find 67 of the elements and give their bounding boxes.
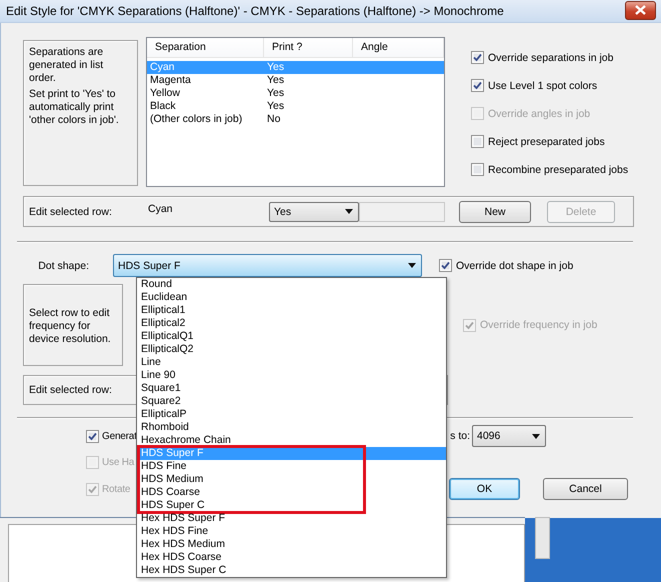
push-button[interactable]: New: [459, 200, 531, 222]
dropdown-option[interactable]: Line 90: [137, 369, 446, 382]
dropdown-option[interactable]: Elliptical2: [137, 317, 446, 330]
checkbox-label: Override frequency in job: [480, 319, 598, 331]
dropdown-option[interactable]: Euclidean: [137, 291, 446, 304]
dropdown-option[interactable]: Elliptical1: [137, 304, 446, 317]
checkbox[interactable]: [471, 163, 484, 176]
dropdown-option[interactable]: HDS Medium: [137, 473, 446, 486]
dropdown-option[interactable]: Hex HDS Coarse: [137, 551, 446, 564]
dropdown-menu[interactable]: [136, 277, 447, 578]
dropdown-option[interactable]: Hex HDS Fine: [137, 525, 446, 538]
dropdown-option[interactable]: Square2: [137, 395, 446, 408]
column-header[interactable]: Separation: [147, 38, 264, 57]
checkbox-label: Override angles in job: [488, 108, 590, 120]
dropdown[interactable]: Yes: [269, 202, 359, 222]
field-label: s to:: [450, 430, 470, 442]
dropdown-option[interactable]: Line: [137, 356, 446, 369]
column-header[interactable]: Print ?: [264, 38, 353, 57]
dropdown[interactable]: 4096: [472, 425, 546, 447]
row-value: Cyan: [148, 202, 174, 215]
close-button[interactable]: [625, 0, 656, 20]
dropdown-option[interactable]: EllipticalQ1: [137, 330, 446, 343]
checkbox-label: Override separations in job: [488, 52, 614, 64]
text-field[interactable]: [359, 202, 445, 222]
checkbox[interactable]: [471, 79, 484, 92]
checkbox-label: Use Level 1 spot colors: [488, 80, 598, 92]
caret-icon: [532, 434, 540, 438]
column-header[interactable]: Angle: [353, 38, 444, 57]
dropdown-option[interactable]: Hex HDS Super C: [137, 564, 446, 577]
list-row[interactable]: (Other colors in job) No: [147, 113, 444, 126]
dropdown-option[interactable]: Square1: [137, 382, 446, 395]
checkbox-label: Recombine preseparated jobs: [488, 164, 628, 176]
dropdown-option[interactable]: Hexachrome Chain: [137, 434, 446, 447]
caret-icon: [408, 263, 416, 268]
dropdown-option[interactable]: EllipticalP: [137, 408, 446, 421]
checkbox-label: Use Ha: [102, 456, 134, 468]
dot-shape-dropdown[interactable]: HDS Super F: [113, 254, 422, 277]
close-icon: [635, 5, 646, 15]
caret-icon: [345, 209, 353, 214]
list-row[interactable]: Black Yes: [147, 100, 444, 113]
checkbox-label: Reject preseparated jobs: [488, 136, 605, 148]
checkbox[interactable]: [471, 51, 484, 64]
info-text: Separations are generated in list order.: [29, 46, 104, 85]
dropdown-option[interactable]: HDS Fine: [137, 460, 446, 473]
dropdown-option[interactable]: Hex HDS Medium: [137, 538, 446, 551]
dropdown-option[interactable]: Hex HDS Super F: [137, 512, 446, 525]
checkbox[interactable]: [471, 135, 484, 148]
checkbox-label: Override dot shape in job: [456, 260, 574, 272]
dropdown-option[interactable]: Round: [137, 278, 446, 291]
push-button[interactable]: Cancel: [543, 478, 628, 500]
list-row[interactable]: Magenta Yes: [147, 74, 444, 87]
window-title: Edit Style for 'CMYK Separations (Halftone)' - CMYK - Separations (Halftone) -> Monochrome: [6, 4, 505, 18]
info-text: Select row to edit frequency for device resolution.: [29, 307, 112, 346]
checkbox[interactable]: [86, 430, 99, 442]
field-label: Edit selected row:: [28, 206, 113, 218]
list-row[interactable]: Yellow Yes: [147, 87, 444, 100]
dropdown-option[interactable]: HDS Coarse: [137, 486, 446, 499]
dropdown-option[interactable]: HDS Super C: [137, 499, 446, 512]
dropdown-option[interactable]: EllipticalQ2: [137, 343, 446, 356]
checkbox-label: Generat: [102, 430, 137, 442]
dropdown-option[interactable]: Rhomboid: [137, 421, 446, 434]
scrollbar[interactable]: [535, 517, 550, 559]
checkbox[interactable]: [439, 259, 452, 272]
push-button[interactable]: OK: [449, 478, 520, 500]
checkbox-label: Rotate: [102, 484, 130, 494]
field-label: Dot shape:: [37, 260, 90, 272]
info-text: Set print to 'Yes' to automatically print 'other colors in job'.: [29, 88, 120, 127]
